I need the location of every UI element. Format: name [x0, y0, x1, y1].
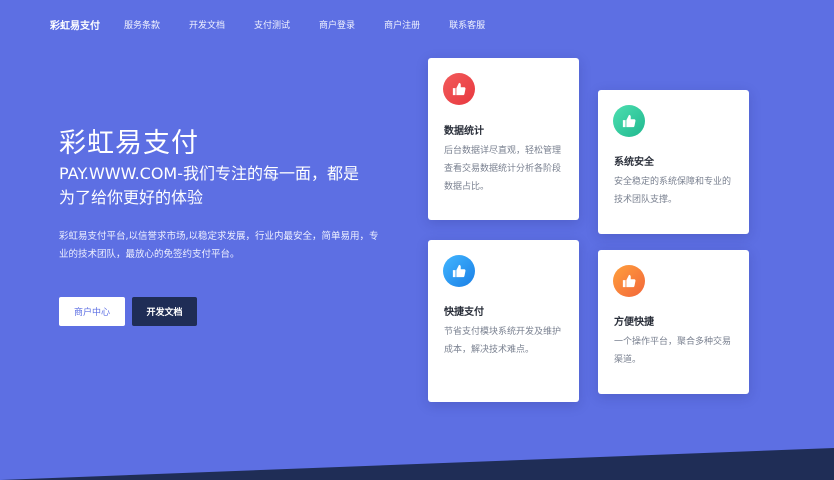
nav-link-merchant-login[interactable]: 商户登录: [319, 18, 355, 31]
feature-card-system-security: 系统安全 安全稳定的系统保障和专业的技术团队支撑。: [598, 90, 749, 234]
hero-title: 彩虹易支付: [59, 128, 199, 159]
hero-description: 彩虹易支付平台,以信誉求市场,以稳定求发展，行业内最安全，简单易用，专业的技术团…: [59, 231, 379, 260]
card-text: 一个操作平台，聚合多种交易渠道。: [614, 337, 732, 365]
nav-link-docs[interactable]: 开发文档: [189, 18, 225, 31]
thumbs-up-icon: [613, 105, 645, 137]
card-title: 方便快捷: [614, 317, 654, 328]
feature-card-quick-pay: 快捷支付 节省支付模块系统开发及维护成本，解决技术难点。: [428, 240, 579, 402]
card-title: 数据统计: [444, 126, 484, 137]
merchant-center-button[interactable]: 商户中心: [59, 297, 125, 326]
card-text: 节省支付模块系统开发及维护成本，解决技术难点。: [444, 327, 562, 355]
nav-link-terms[interactable]: 服务条款: [124, 18, 160, 31]
feature-card-convenient: 方便快捷 一个操作平台，聚合多种交易渠道。: [598, 250, 749, 394]
thumbs-up-icon: [443, 255, 475, 287]
top-navbar: 彩虹易支付 服务条款 开发文档 支付测试 商户登录 商户注册 联系客服: [0, 0, 834, 48]
card-text: 后台数据详尽直观，轻松管理查看交易数据统计分析各阶段数据占比。: [444, 146, 562, 192]
card-title: 快捷支付: [444, 307, 484, 318]
nav-link-contact-support[interactable]: 联系客服: [449, 18, 485, 31]
nav-link-merchant-register[interactable]: 商户注册: [384, 18, 420, 31]
thumbs-up-icon: [613, 265, 645, 297]
card-title: 系统安全: [614, 157, 654, 168]
feature-card-data-stats: 数据统计 后台数据详尽直观，轻松管理查看交易数据统计分析各阶段数据占比。: [428, 58, 579, 220]
hero-subtitle: PAY.WWW.COM-我们专注的每一面，都是为了给你更好的体验: [59, 164, 360, 207]
card-text: 安全稳定的系统保障和专业的技术团队支撑。: [614, 177, 732, 205]
nav-link-pay-test[interactable]: 支付测试: [254, 18, 290, 31]
brand-logo-text[interactable]: 彩虹易支付: [50, 17, 100, 32]
bottom-dark-band: [0, 448, 834, 480]
developer-docs-button[interactable]: 开发文档: [132, 297, 197, 326]
thumbs-up-icon: [443, 73, 475, 105]
